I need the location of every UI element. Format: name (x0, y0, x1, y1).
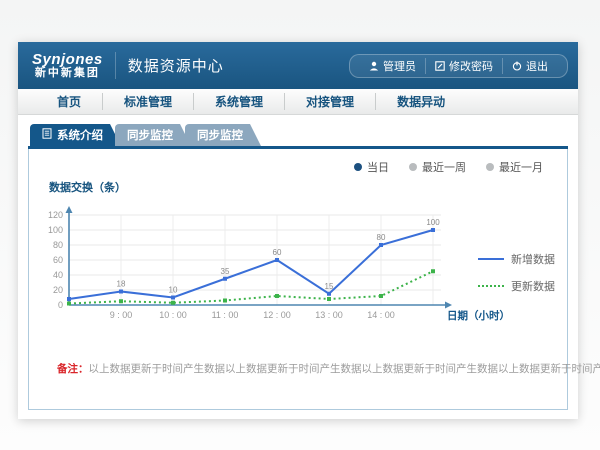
radio-last-week[interactable]: 最近一周 (409, 159, 466, 175)
tab-label: 同步监控 (127, 127, 173, 143)
footnote-text: 以上数据更新于时间产生数据以上数据更新于时间产生数据以上数据更新于时间产生数据以… (89, 363, 600, 375)
radio-last-month[interactable]: 最近一月 (486, 159, 543, 175)
content-area: 系统介绍 同步监控 同步监控 当日 最近一周 (18, 115, 578, 410)
user-icon (369, 61, 379, 71)
y-axis-title: 数据交换（条） (49, 179, 567, 195)
svg-text:11 : 00: 11 : 00 (212, 310, 239, 320)
line-chart: 0 20 40 60 80 100 120 9 : 00 10 : 00 11 : 00 12 : … (45, 199, 510, 331)
radio-label: 最近一周 (422, 159, 466, 175)
legend-item-update-data: 更新数据 (478, 278, 555, 294)
tab-bar: 系统介绍 同步监控 同步监控 (30, 124, 568, 146)
edit-icon (435, 61, 445, 71)
footnote-prefix: 备注： (57, 363, 89, 375)
svg-text:日期（小时）: 日期（小时） (447, 309, 510, 322)
svg-text:120: 120 (48, 210, 63, 220)
user-label: 管理员 (383, 58, 416, 74)
svg-text:80: 80 (377, 233, 386, 242)
main-nav: 首页 标准管理 系统管理 对接管理 数据异动 (18, 89, 578, 115)
app-header: Synjones 新中新集团 数据资源中心 管理员 修改密码 退出 (18, 42, 578, 89)
svg-text:18: 18 (117, 280, 126, 289)
svg-text:80: 80 (53, 240, 63, 250)
svg-text:35: 35 (221, 267, 230, 276)
svg-text:20: 20 (53, 285, 63, 295)
brand-logo-subtext: 新中新集团 (32, 68, 103, 80)
radio-label: 当日 (367, 159, 389, 175)
radio-dot (486, 163, 494, 171)
legend-item-new-data: 新增数据 (478, 251, 555, 267)
nav-item-system-mgmt[interactable]: 系统管理 (193, 93, 284, 110)
tab-sync-monitor-2[interactable]: 同步监控 (185, 124, 261, 146)
change-password-label: 修改密码 (449, 58, 493, 74)
svg-text:40: 40 (53, 270, 63, 280)
header-actions: 管理员 修改密码 退出 (349, 54, 568, 78)
document-icon (42, 128, 52, 142)
nav-item-data-change[interactable]: 数据异动 (375, 93, 466, 110)
svg-text:15: 15 (325, 282, 334, 291)
svg-text:60: 60 (273, 248, 282, 257)
brand-logo: Synjones 新中新集团 (32, 52, 116, 79)
power-icon (512, 61, 522, 71)
svg-text:13 : 00: 13 : 00 (315, 310, 343, 320)
nav-item-interface-mgmt[interactable]: 对接管理 (284, 93, 375, 110)
nav-item-standard-mgmt[interactable]: 标准管理 (102, 93, 193, 110)
svg-text:100: 100 (48, 225, 63, 235)
svg-text:60: 60 (53, 255, 63, 265)
app-window: Synjones 新中新集团 数据资源中心 管理员 修改密码 退出 (18, 42, 578, 419)
brand-logo-text: Synjones (32, 52, 103, 68)
logout-label: 退出 (526, 58, 548, 74)
tab-label: 同步监控 (197, 127, 243, 143)
svg-text:0: 0 (58, 300, 63, 310)
legend-swatch-solid-blue (478, 258, 504, 260)
svg-text:14 : 00: 14 : 00 (367, 310, 395, 320)
legend-swatch-dotted-green (478, 285, 504, 287)
chart-container: 0 20 40 60 80 100 120 9 : 00 10 : 00 11 : 00 12 : … (45, 199, 567, 331)
svg-text:12 : 00: 12 : 00 (263, 310, 291, 320)
radio-dot (409, 163, 417, 171)
svg-text:10 : 00: 10 : 00 (159, 310, 187, 320)
radio-today[interactable]: 当日 (354, 159, 389, 175)
tab-sync-monitor-1[interactable]: 同步监控 (115, 124, 191, 146)
footnote: 备注：以上数据更新于时间产生数据以上数据更新于时间产生数据以上数据更新于时间产生… (57, 361, 567, 376)
svg-text:9 : 00: 9 : 00 (110, 310, 133, 320)
svg-text:10: 10 (169, 286, 178, 295)
legend-label: 新增数据 (511, 251, 555, 267)
tab-system-intro[interactable]: 系统介绍 (30, 124, 121, 146)
legend-label: 更新数据 (511, 278, 555, 294)
logout-button[interactable]: 退出 (502, 58, 557, 74)
tab-label: 系统介绍 (57, 127, 103, 143)
user-button[interactable]: 管理员 (360, 58, 425, 74)
svg-text:100: 100 (426, 218, 440, 227)
radio-label: 最近一月 (499, 159, 543, 175)
chart-panel: 当日 最近一周 最近一月 数据交换（条） 0 20 40 60 80 100 120 9 : … (28, 149, 568, 410)
nav-item-home[interactable]: 首页 (36, 93, 102, 110)
chart-legend: 新增数据 更新数据 (478, 251, 555, 294)
radio-dot-selected (354, 163, 362, 171)
page-title: 数据资源中心 (128, 55, 224, 76)
range-selector: 当日 最近一周 最近一月 (29, 149, 567, 175)
change-password-button[interactable]: 修改密码 (425, 58, 502, 74)
